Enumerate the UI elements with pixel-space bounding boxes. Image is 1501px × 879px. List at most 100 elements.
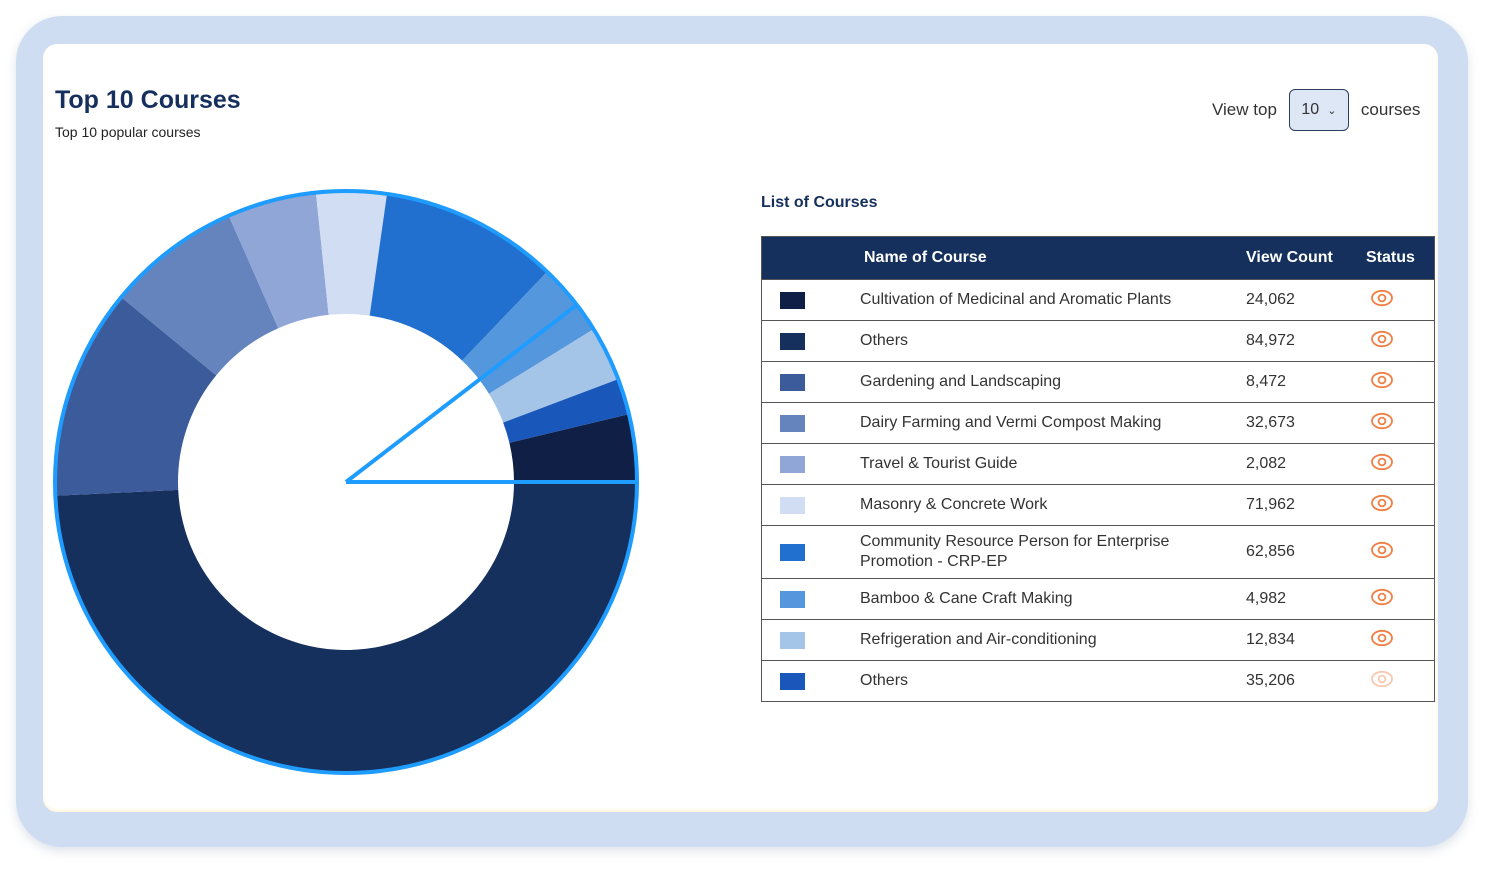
course-name-cell: Dairy Farming and Vermi Compost Making: [860, 402, 1246, 444]
swatch-cell: [761, 525, 860, 579]
view-count: 4,982: [1246, 590, 1287, 607]
view-count-cell: 8,472: [1246, 361, 1366, 403]
eye-icon[interactable]: [1370, 494, 1434, 517]
eye-icon[interactable]: [1370, 588, 1434, 611]
swatch-cell: [761, 484, 860, 526]
table-row[interactable]: Refrigeration and Air-conditioning 12,834: [761, 619, 1435, 661]
swatch-cell: [761, 619, 860, 661]
course-name-cell: Travel & Tourist Guide: [860, 443, 1246, 485]
eye-icon[interactable]: [1370, 371, 1434, 394]
course-name-cell: Masonry & Concrete Work: [860, 484, 1246, 526]
view-top-value: 10: [1301, 101, 1320, 118]
status-cell: [1366, 525, 1435, 579]
color-swatch: [780, 373, 805, 391]
swatch-cell: [761, 578, 860, 620]
table-header-row: Name of Course View Count Status: [761, 236, 1435, 280]
course-name: Travel & Tourist Guide: [860, 455, 1018, 472]
table-row[interactable]: Travel & Tourist Guide 2,082: [761, 443, 1435, 485]
donut-chart[interactable]: [0, 0, 760, 879]
course-name-cell: Refrigeration and Air-conditioning: [860, 619, 1246, 661]
table-row[interactable]: Cultivation of Medicinal and Aromatic Pl…: [761, 279, 1435, 321]
courses-table: Name of Course View Count Status Cultiva…: [761, 236, 1435, 702]
list-title: List of Courses: [761, 194, 878, 211]
course-name-cell: Others: [860, 660, 1246, 702]
header-name: Name of Course: [864, 249, 987, 266]
view-count-cell: 35,206: [1246, 660, 1366, 702]
color-swatch: [780, 672, 805, 690]
view-count-cell: 62,856: [1246, 525, 1366, 579]
color-swatch: [780, 414, 805, 432]
course-name-cell: Gardening and Landscaping: [860, 361, 1246, 403]
color-swatch: [780, 332, 805, 350]
view-count: 8,472: [1246, 373, 1287, 390]
status-cell: [1366, 578, 1435, 620]
course-name: Dairy Farming and Vermi Compost Making: [860, 414, 1162, 431]
status-cell: [1366, 619, 1435, 661]
view-count: 12,834: [1246, 631, 1295, 648]
view-top-suffix: courses: [1360, 100, 1421, 119]
view-count-cell: 2,082: [1246, 443, 1366, 485]
color-swatch: [780, 590, 805, 608]
table-row[interactable]: Bamboo & Cane Craft Making 4,982: [761, 578, 1435, 620]
status-cell: [1366, 361, 1435, 403]
eye-icon[interactable]: [1370, 629, 1434, 652]
view-top-select[interactable]: 10 ⌄: [1288, 89, 1349, 131]
course-name-cell: Bamboo & Cane Craft Making: [860, 578, 1246, 620]
eye-icon[interactable]: [1370, 289, 1434, 312]
table-row[interactable]: Masonry & Concrete Work 71,962: [761, 484, 1435, 526]
swatch-cell: [761, 361, 860, 403]
status-cell: [1366, 279, 1435, 321]
view-top-prefix: View top: [1212, 100, 1277, 119]
swatch-cell: [761, 320, 860, 362]
color-swatch: [780, 291, 805, 309]
view-count: 2,082: [1246, 455, 1287, 472]
status-cell: [1366, 484, 1435, 526]
color-swatch: [780, 455, 805, 473]
view-count: 35,206: [1246, 672, 1295, 689]
view-count-cell: 32,673: [1246, 402, 1366, 444]
course-name: Bamboo & Cane Craft Making: [860, 590, 1073, 607]
view-count-cell: 71,962: [1246, 484, 1366, 526]
view-count: 32,673: [1246, 414, 1295, 431]
course-name: Refrigeration and Air-conditioning: [860, 631, 1097, 648]
eye-icon[interactable]: [1370, 412, 1434, 435]
swatch-cell: [761, 402, 860, 444]
swatch-cell: [761, 660, 860, 702]
status-cell: [1366, 320, 1435, 362]
view-count: 24,062: [1246, 291, 1295, 308]
swatch-cell: [761, 443, 860, 485]
view-count: 71,962: [1246, 496, 1295, 513]
header-status: Status: [1366, 249, 1415, 266]
course-name: Gardening and Landscaping: [860, 373, 1062, 390]
status-cell: [1366, 402, 1435, 444]
course-name-cell: Others: [860, 320, 1246, 362]
course-name: Community Resource Person for Enterprise…: [860, 533, 1170, 570]
course-name-cell: Community Resource Person for Enterprise…: [860, 525, 1246, 579]
swatch-cell: [761, 279, 860, 321]
eye-icon[interactable]: [1370, 453, 1434, 476]
color-swatch: [780, 543, 805, 561]
table-row[interactable]: Others 35,206: [761, 660, 1435, 702]
table-row[interactable]: Community Resource Person for Enterprise…: [761, 525, 1435, 579]
course-name: Masonry & Concrete Work: [860, 496, 1048, 513]
chevron-down-icon: ⌄: [1327, 104, 1337, 117]
view-count-cell: 12,834: [1246, 619, 1366, 661]
view-count: 84,972: [1246, 332, 1295, 349]
view-count-cell: 84,972: [1246, 320, 1366, 362]
table-row[interactable]: Gardening and Landscaping 8,472: [761, 361, 1435, 403]
view-count-cell: 4,982: [1246, 578, 1366, 620]
color-swatch: [780, 496, 805, 514]
table-row[interactable]: Others 84,972: [761, 320, 1435, 362]
status-cell: [1366, 443, 1435, 485]
course-name: Cultivation of Medicinal and Aromatic Pl…: [860, 291, 1172, 308]
eye-icon[interactable]: [1370, 330, 1434, 353]
course-name: Others: [860, 672, 909, 689]
donut-slice-2-others[interactable]: [55, 482, 637, 773]
header-swatch-cell: [762, 237, 861, 280]
eye-icon[interactable]: [1370, 670, 1434, 693]
view-top-control: View top 10 ⌄ courses: [1212, 88, 1420, 132]
color-swatch: [780, 631, 805, 649]
eye-icon[interactable]: [1370, 541, 1434, 564]
status-cell: [1366, 660, 1435, 702]
table-row[interactable]: Dairy Farming and Vermi Compost Making 32…: [761, 402, 1435, 444]
